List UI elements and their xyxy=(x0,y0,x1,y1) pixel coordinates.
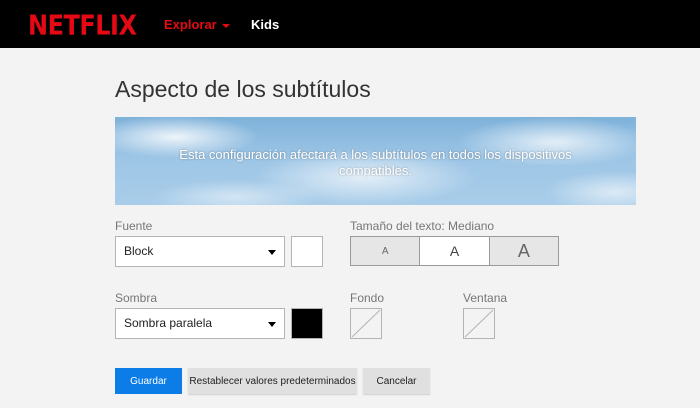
no-color-icon xyxy=(351,309,381,338)
preview-text: Esta configuración afectará a los subtít… xyxy=(179,147,572,178)
shadow-color-swatch[interactable] xyxy=(291,308,323,339)
text-size-selector: A A A xyxy=(350,236,559,266)
caret-down-icon xyxy=(268,322,276,327)
text-size-small-button[interactable]: A xyxy=(351,237,421,265)
subtitle-preview: Esta configuración afectará a los subtít… xyxy=(115,117,636,205)
shadow-select[interactable]: Sombra paralela xyxy=(115,308,285,339)
reset-defaults-button[interactable]: Restablecer valores predeterminados xyxy=(188,368,357,394)
nav-explore-menu[interactable]: Explorar xyxy=(164,17,230,32)
background-label: Fondo xyxy=(350,291,385,305)
netflix-logo[interactable]: NETFLIX xyxy=(28,9,137,41)
font-select-value: Block xyxy=(124,244,154,258)
text-size-medium-button[interactable]: A xyxy=(420,237,490,265)
cancel-button[interactable]: Cancelar xyxy=(363,368,430,394)
background-color-swatch[interactable] xyxy=(350,308,382,339)
nav-kids-link[interactable]: Kids xyxy=(251,17,279,32)
nav-explore-label: Explorar xyxy=(164,17,217,32)
chevron-down-icon xyxy=(221,23,230,28)
no-color-icon xyxy=(464,309,494,338)
shadow-label: Sombra xyxy=(115,291,158,305)
font-color-swatch[interactable] xyxy=(291,236,323,267)
font-select[interactable]: Block xyxy=(115,236,285,267)
top-nav-bar: NETFLIX Explorar Kids xyxy=(0,0,700,48)
save-button[interactable]: Guardar xyxy=(115,368,182,394)
caret-down-icon xyxy=(268,250,276,255)
window-label: Ventana xyxy=(463,291,508,305)
page-title: Aspecto de los subtítulos xyxy=(115,76,371,102)
window-color-swatch[interactable] xyxy=(463,308,495,339)
text-size-label: Tamaño del texto: Mediano xyxy=(350,219,495,233)
shadow-select-value: Sombra paralela xyxy=(124,316,213,330)
font-label: Fuente xyxy=(115,219,153,233)
text-size-large-button[interactable]: A xyxy=(489,237,558,265)
